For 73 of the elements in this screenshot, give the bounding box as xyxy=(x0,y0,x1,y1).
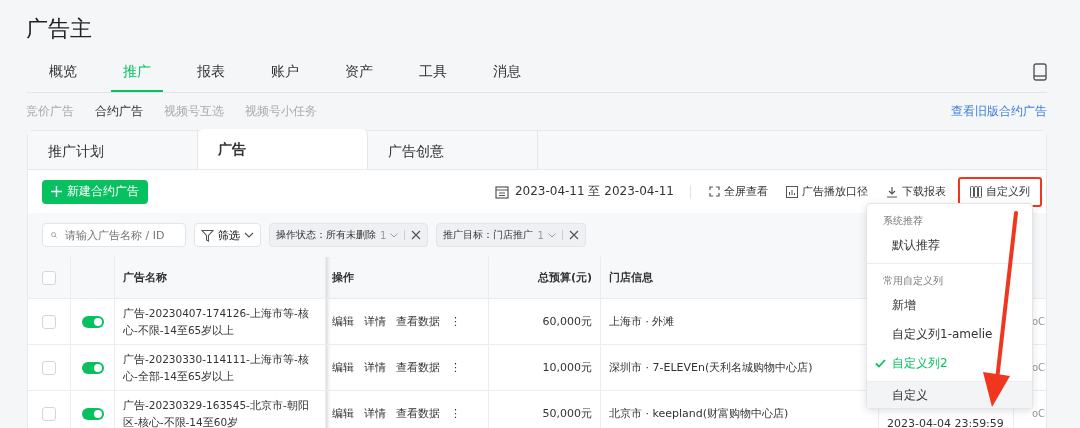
chevron-down-icon xyxy=(390,232,399,238)
table-cell-text: oC xyxy=(1031,316,1046,327)
table-cell: 深圳市 · 7-ELEVEn(天利名城购物中心店) xyxy=(609,360,813,375)
toolbar-button[interactable]: 全屏查看 xyxy=(703,176,774,207)
row-action-link[interactable]: ⋮ xyxy=(450,407,461,420)
menu-item[interactable]: 默认推荐 xyxy=(867,231,1032,260)
row-action-link[interactable]: 查看数据 xyxy=(396,406,440,421)
date-range[interactable]: 2023-04-11 至 2023-04-11 xyxy=(514,183,674,200)
search-field[interactable]: 请输入广告名称 / ID xyxy=(42,223,186,247)
row-checkbox[interactable] xyxy=(42,406,56,421)
toggle-switch[interactable] xyxy=(81,315,104,328)
row-checkbox[interactable] xyxy=(42,314,56,329)
tablet-icon[interactable] xyxy=(1033,63,1047,81)
plus-icon xyxy=(51,186,62,197)
row-action-link[interactable]: 详情 xyxy=(364,360,386,375)
row-action-link[interactable]: ⋮ xyxy=(450,361,461,374)
table-cell: 2023-04-04 23:59:59 xyxy=(887,417,1004,428)
nav-tab[interactable]: 工具 xyxy=(396,52,470,92)
select-all-checkbox[interactable] xyxy=(42,270,56,285)
table-cell: 50,000元 xyxy=(542,406,592,421)
table-cell-text: oC xyxy=(1031,408,1046,419)
filter-chip[interactable]: 推广目标：门店推广 1 xyxy=(436,223,586,247)
row-action-link[interactable]: 编辑 xyxy=(332,406,354,421)
old-version-link[interactable]: 查看旧版合约广告 xyxy=(951,102,1047,120)
tab[interactable]: 广告创意 xyxy=(368,131,538,169)
table-cell: 北京市 · keepland(财富购物中心店) xyxy=(609,406,789,421)
column-header: 广告名称 xyxy=(115,257,326,298)
funnel-icon xyxy=(201,228,214,242)
fullscreen-icon xyxy=(709,186,720,197)
chevron-down-icon xyxy=(547,232,556,238)
check-icon xyxy=(875,359,886,368)
ad-name: 广告-20230407-174126-上海市等-核心-不限-14至65岁以上 xyxy=(123,305,310,338)
page-title: 广告主 xyxy=(25,15,93,42)
table-cell: 上海市 · 外滩 xyxy=(609,314,675,329)
toolbar-button[interactable]: 下载报表 xyxy=(880,176,952,207)
columns-icon xyxy=(970,185,982,198)
row-action-link[interactable]: 查看数据 xyxy=(396,314,440,329)
nav-tab[interactable]: 概览 xyxy=(26,52,100,92)
download-icon xyxy=(886,185,898,198)
menu-group-title: 系统推荐 xyxy=(882,214,924,228)
menu-item[interactable]: 自定义 xyxy=(867,382,1032,408)
table-cell-text: oC xyxy=(1031,362,1046,373)
ad-name: 广告-20230329-163545-北京市-朝阳区-核心-不限-14至60岁 xyxy=(123,397,310,428)
row-checkbox[interactable] xyxy=(42,360,56,375)
nav-tab[interactable]: 报表 xyxy=(174,52,248,92)
ad-name: 广告-20230330-114111-上海市等-核心-全部-14至65岁以上 xyxy=(123,351,310,384)
row-action-link[interactable]: 编辑 xyxy=(332,314,354,329)
column-header: 总预算(元) xyxy=(489,257,601,298)
filter-button[interactable]: 筛选 xyxy=(194,223,261,247)
bar-chart-icon xyxy=(786,185,798,198)
toggle-switch[interactable] xyxy=(81,407,104,420)
row-action-link[interactable]: 查看数据 xyxy=(396,360,440,375)
row-action-link[interactable]: 编辑 xyxy=(332,360,354,375)
menu-item[interactable]: 自定义列1-amelie xyxy=(867,320,1032,349)
nav-tab[interactable]: 账户 xyxy=(248,52,322,92)
column-header: 操作 xyxy=(326,257,489,298)
nav-tab[interactable]: 资产 xyxy=(322,52,396,92)
toolbar-button[interactable]: 广告播放口径 xyxy=(780,176,874,207)
close-icon[interactable] xyxy=(411,230,422,240)
sub-tab[interactable]: 合约广告 xyxy=(95,102,143,120)
filter-chip[interactable]: 操作状态：所有未删除 1 xyxy=(269,223,429,247)
menu-group-title: 常用自定义列 xyxy=(882,274,944,288)
row-action-link[interactable]: 详情 xyxy=(364,314,386,329)
table-cell: 60,000元 xyxy=(542,314,592,329)
chevron-down-icon xyxy=(244,232,254,238)
close-icon[interactable] xyxy=(568,230,579,240)
toggle-switch[interactable] xyxy=(81,361,104,374)
tab[interactable]: 广告 xyxy=(198,129,368,169)
table-cell: 10,000元 xyxy=(542,360,592,375)
row-action-link[interactable]: ⋮ xyxy=(450,315,461,328)
nav-tab[interactable]: 消息 xyxy=(470,52,544,92)
calendar-icon xyxy=(494,184,509,199)
row-action-link[interactable]: 详情 xyxy=(364,406,386,421)
